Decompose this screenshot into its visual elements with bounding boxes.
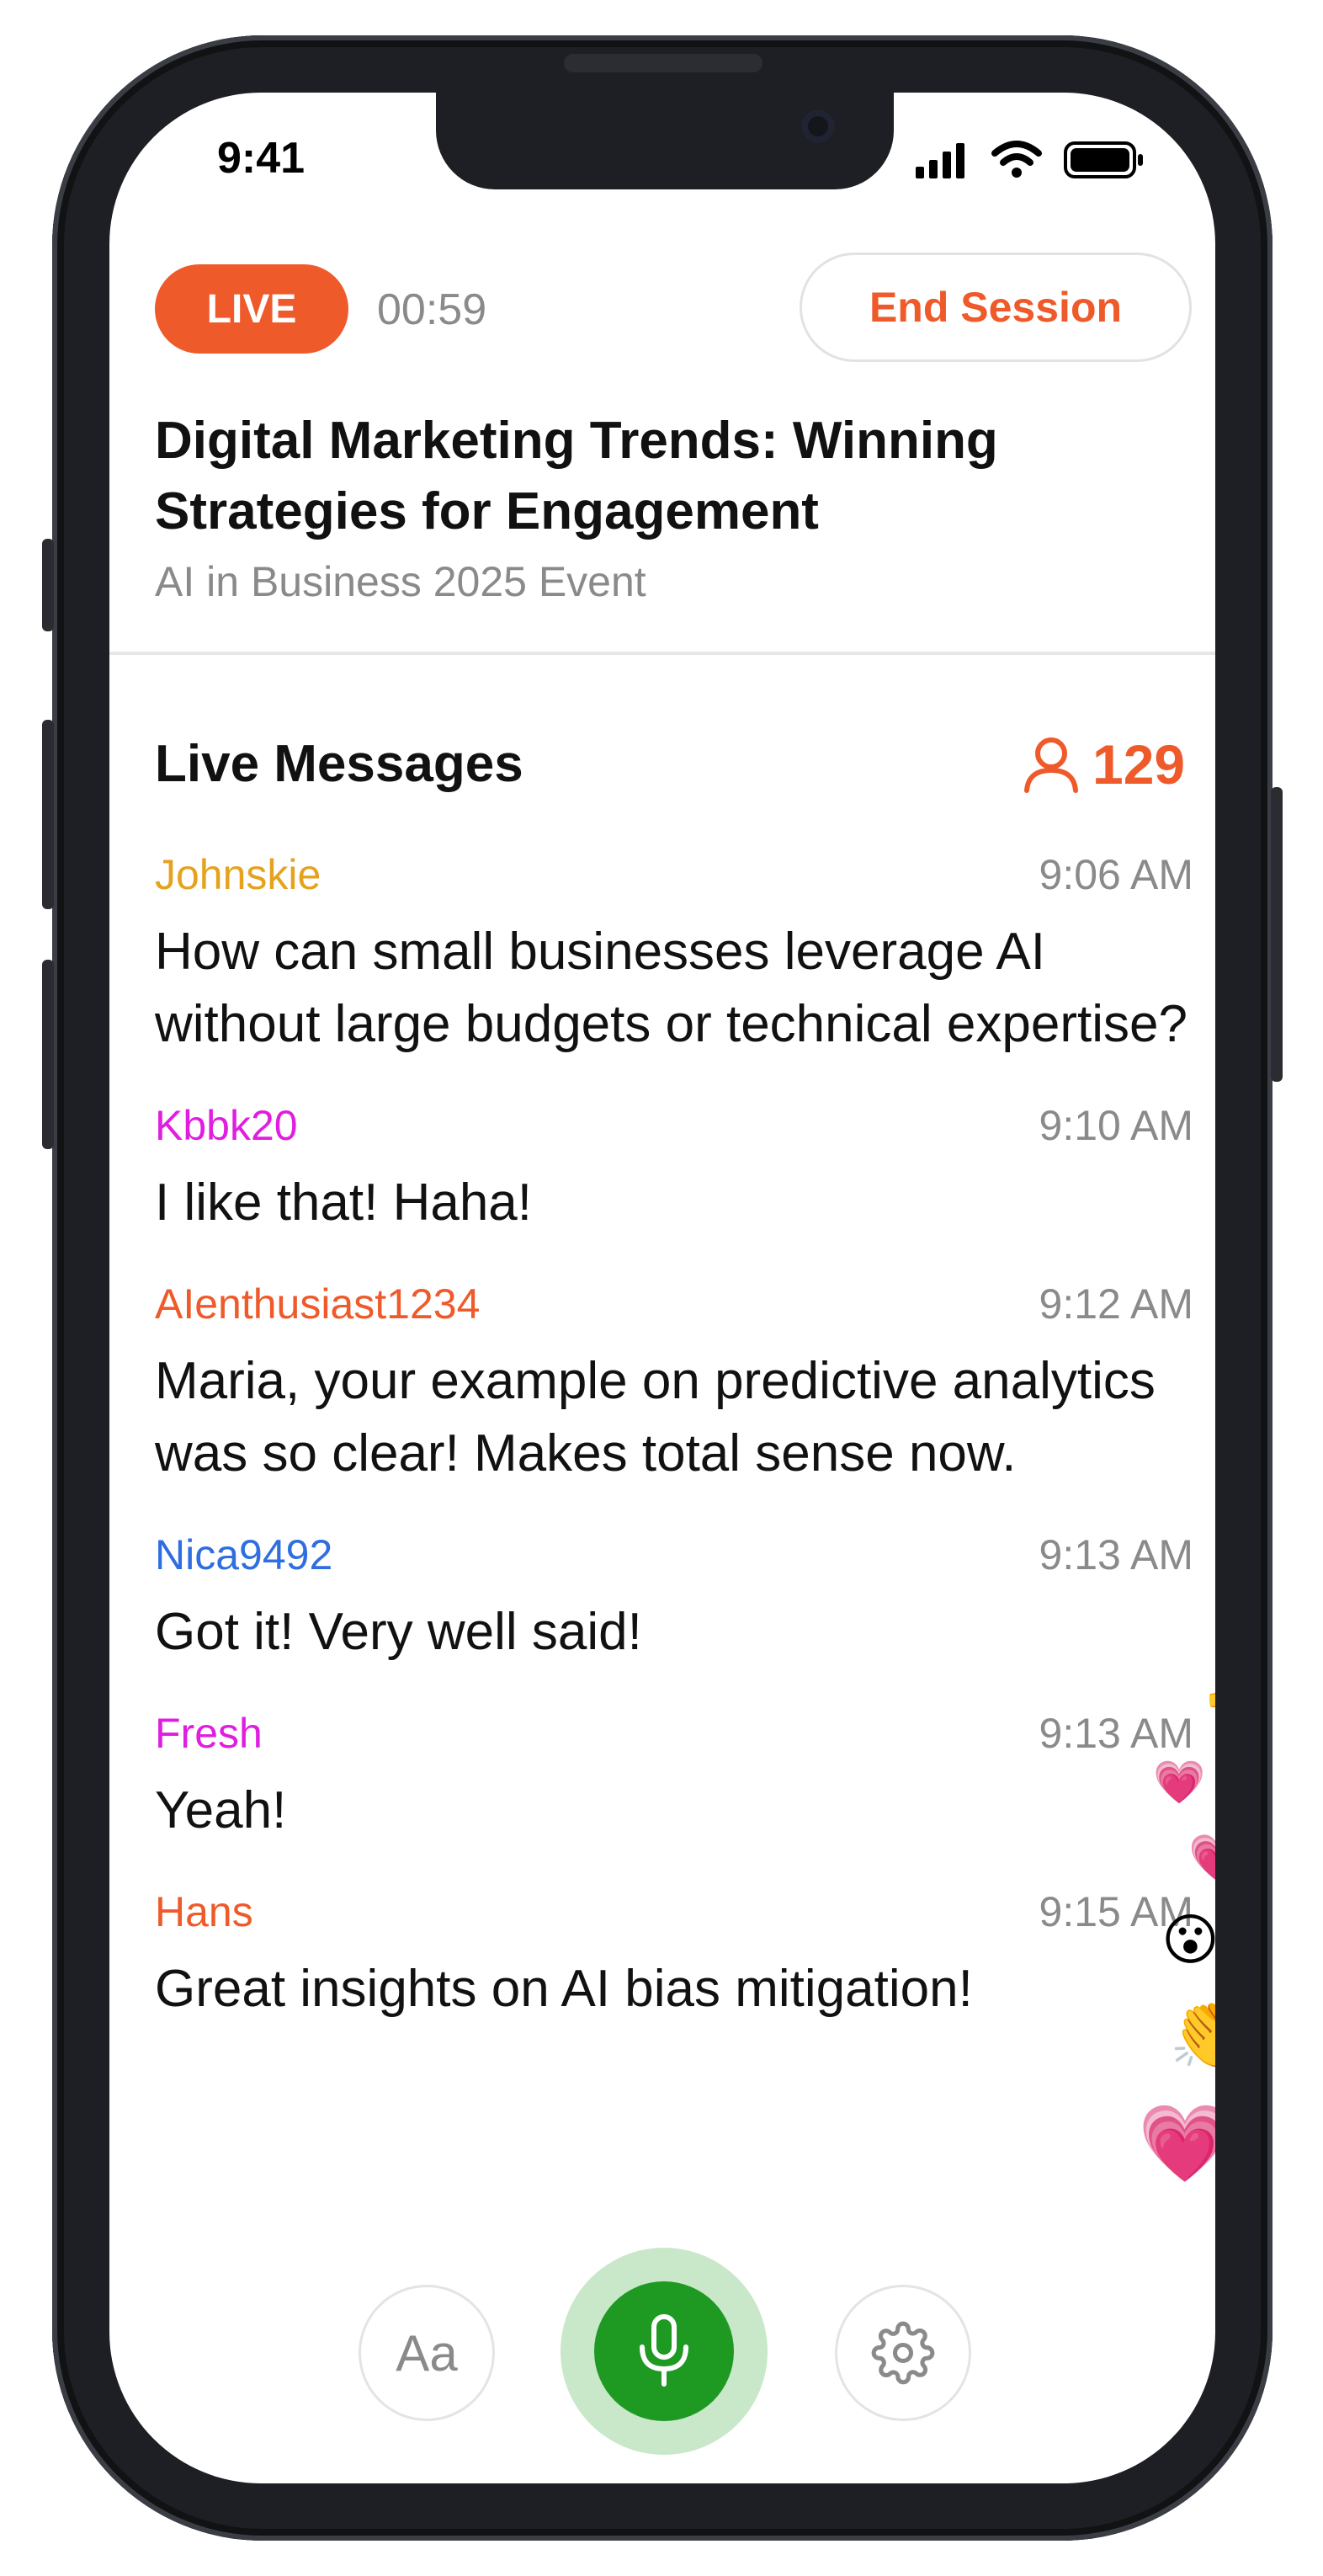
wifi-icon <box>991 141 1042 178</box>
message-username[interactable]: Nica9492 <box>155 1530 332 1579</box>
message-item: Hans 9:15 AM Great insights on AI bias mit… <box>155 1887 1193 2025</box>
header-divider <box>109 652 1215 655</box>
status-time: 9:41 <box>217 134 306 183</box>
viewer-count-value: 129 <box>1092 733 1186 796</box>
event-title: Digital Marketing Trends: Winning Strate… <box>155 412 998 540</box>
volume-up-button <box>42 720 54 909</box>
message-text: Maria, your example on predictive analyt… <box>155 1352 1156 1482</box>
battery-icon <box>1064 141 1143 178</box>
message-text: I like that! Haha! <box>155 1174 533 1232</box>
message-header: Johnskie 9:06 AM <box>155 850 1193 916</box>
mic-halo <box>561 2248 768 2455</box>
message-item: Johnskie 9:06 AM How can small businesses … <box>155 850 1193 1061</box>
live-badge: LIVE <box>155 264 348 354</box>
front-camera <box>801 109 835 143</box>
notch <box>436 93 894 189</box>
pink-heart-icon: 💗 <box>1138 2100 1215 2188</box>
end-session-button[interactable]: End Session <box>800 253 1192 362</box>
message-username[interactable]: Hans <box>155 1887 253 1936</box>
settings-button[interactable] <box>835 2285 971 2421</box>
message-username[interactable]: Kbbk20 <box>155 1101 298 1150</box>
pink-heart-icon: 💗 <box>1153 1758 1206 1807</box>
microphone-button[interactable] <box>594 2281 734 2421</box>
event-subtitle: AI in Business 2025 Event <box>155 558 646 605</box>
message-timestamp: 9:13 AM <box>1039 1531 1193 1578</box>
text-size-label: Aa <box>396 2324 458 2382</box>
message-timestamp: 9:12 AM <box>1039 1280 1193 1328</box>
message-item: Kbbk20 9:10 AM I like that! Haha! <box>155 1101 1193 1239</box>
message-header: Kbbk20 9:10 AM <box>155 1101 1193 1167</box>
microphone-icon <box>640 2314 688 2387</box>
message-username[interactable]: Johnskie <box>155 850 321 899</box>
messages-list[interactable]: Johnskie 9:06 AM How can small businesses … <box>155 850 1193 2323</box>
message-item: Fresh 9:13 AM Yeah! <box>155 1709 1193 1847</box>
message-timestamp: 9:10 AM <box>1039 1102 1193 1149</box>
signal-icon <box>916 143 964 178</box>
volume-down-button <box>42 960 54 1149</box>
power-button <box>1271 787 1283 1082</box>
live-messages-title: Live Messages <box>155 735 523 793</box>
message-username[interactable]: AIenthusiast1234 <box>155 1280 480 1328</box>
message-header: Fresh 9:13 AM <box>155 1709 1193 1775</box>
silent-switch <box>42 539 54 631</box>
message-timestamp: 9:13 AM <box>1039 1710 1193 1757</box>
message-header: Nica9492 9:13 AM <box>155 1530 1193 1596</box>
message-header: AIenthusiast1234 9:12 AM <box>155 1280 1193 1345</box>
session-timer: 00:59 <box>377 285 487 334</box>
clapping-hands-icon: 👏 <box>1168 1991 1215 2075</box>
message-timestamp: 9:06 AM <box>1039 851 1193 898</box>
message-text: Yeah! <box>155 1781 287 1839</box>
message-item: AIenthusiast1234 9:12 AM Maria, your examp… <box>155 1280 1193 1490</box>
message-item: Nica9492 9:13 AM Got it! Very well said! <box>155 1530 1193 1669</box>
speaker-grill <box>564 54 762 72</box>
text-size-button[interactable]: Aa <box>359 2285 495 2421</box>
pink-heart-icon: 💗 <box>1188 1835 1215 1881</box>
app-screen: 9:41 LIVE 00:59 End Session Digital Mark… <box>109 93 1215 2483</box>
message-text: Great insights on AI bias mitigation! <box>155 1960 973 2018</box>
person-icon <box>1024 737 1078 793</box>
message-username[interactable]: Fresh <box>155 1709 263 1758</box>
message-text: Got it! Very well said! <box>155 1603 642 1661</box>
message-text: How can small businesses leverage AI wit… <box>155 923 1188 1053</box>
thumbs-up-icon: 👍 <box>1203 1675 1215 1709</box>
surprised-face-icon: 😮 <box>1161 1908 1215 1972</box>
gear-icon <box>871 2321 935 2385</box>
viewer-count: 129 <box>1022 732 1185 796</box>
message-header: Hans 9:15 AM <box>155 1887 1193 1953</box>
